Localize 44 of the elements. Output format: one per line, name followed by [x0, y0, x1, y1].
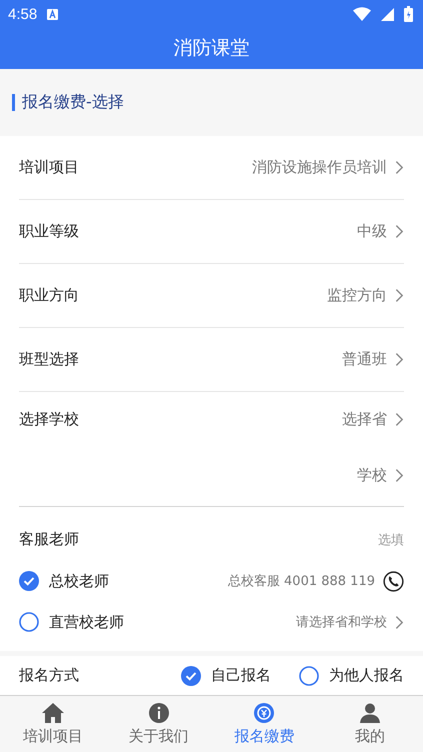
form-row[interactable]: 培训项目 消防设施操作员培训 [19, 136, 404, 200]
signal-icon [381, 8, 394, 20]
option-note: 总校客服 4001 888 119 [228, 573, 375, 590]
form-row[interactable]: 班型选择 普通班 [19, 328, 404, 392]
field-label: 客服老师 [19, 530, 79, 550]
section-title: 报名缴费-选择 [22, 92, 124, 113]
wifi-icon [353, 7, 371, 21]
radio-label[interactable]: 总校老师 [49, 572, 109, 591]
battery-icon [404, 6, 413, 22]
school-select[interactable]: 学校 [357, 466, 387, 486]
radio-label[interactable]: 直营校老师 [49, 612, 124, 632]
chevron-icon [395, 614, 404, 630]
notification-icon [47, 8, 58, 20]
field-label: 报名方式 [19, 666, 79, 686]
info-icon [148, 702, 170, 724]
chevron-icon [395, 352, 404, 367]
chevron-icon [395, 288, 404, 303]
radio-icon[interactable] [299, 666, 319, 686]
nav-tab[interactable]: 报名缴费 [212, 696, 318, 752]
field-label: 选择学校 [19, 410, 79, 430]
accent-bar [12, 94, 15, 111]
phone-icon[interactable] [383, 570, 404, 592]
nav-tab[interactable]: 培训项目 [0, 696, 106, 752]
payment-icon [253, 702, 276, 724]
radio-label[interactable]: 为他人报名 [329, 666, 404, 686]
optional-hint: 选填 [378, 532, 404, 549]
province-select[interactable]: 选择省 [342, 410, 387, 430]
radio-icon[interactable] [19, 612, 39, 632]
nav-tab[interactable]: 我的 [317, 696, 423, 752]
home-icon [40, 702, 65, 724]
chevron-icon [395, 224, 404, 239]
form-row[interactable]: 职业等级 中级 [19, 200, 404, 264]
chevron-icon [395, 468, 404, 484]
page-title: 消防课堂 [172, 36, 250, 61]
radio-label[interactable]: 自己报名 [211, 666, 271, 686]
chevron-icon [395, 160, 404, 175]
status-time: 4:58 [8, 6, 38, 22]
radio-checked-icon[interactable] [19, 571, 39, 592]
option-note: 请选择省和学校 [296, 614, 387, 632]
user-icon [359, 702, 382, 724]
radio-checked-icon[interactable] [181, 666, 201, 686]
form-row[interactable]: 职业方向 监控方向 [19, 264, 404, 328]
chevron-icon [395, 412, 404, 428]
nav-tab[interactable]: 关于我们 [106, 696, 212, 752]
